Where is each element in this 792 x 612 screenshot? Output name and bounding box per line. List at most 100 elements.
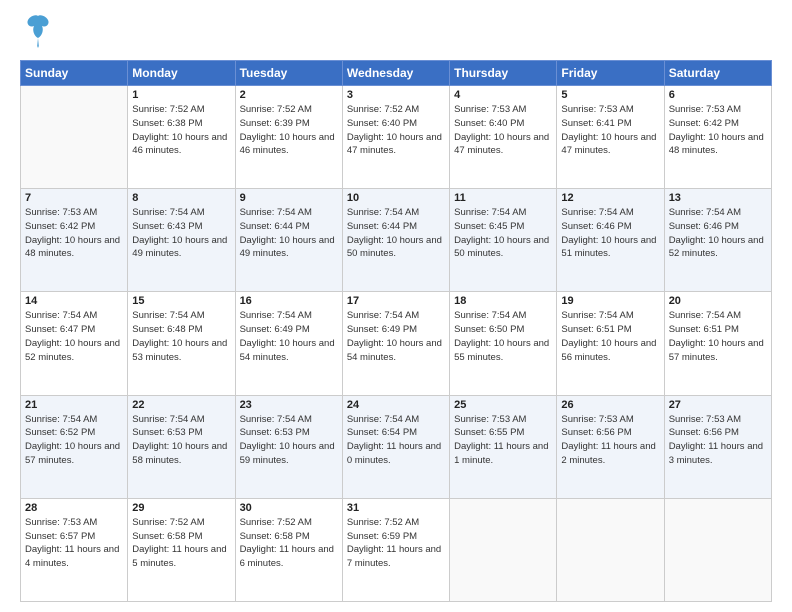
day-cell: 27 Sunrise: 7:53 AMSunset: 6:56 PMDayligh… <box>664 395 771 498</box>
day-info: Sunrise: 7:53 AMSunset: 6:56 PMDaylight:… <box>561 413 659 468</box>
day-cell: 4Sunrise: 7:53 AMSunset: 6:40 PMDaylight… <box>450 86 557 189</box>
day-info: Sunrise: 7:54 AMSunset: 6:47 PMDaylight:… <box>25 309 123 364</box>
week-row-3: 14Sunrise: 7:54 AMSunset: 6:47 PMDayligh… <box>21 292 772 395</box>
day-info: Sunrise: 7:52 AMSunset: 6:58 PMDaylight:… <box>240 516 338 571</box>
day-number: 15 <box>132 295 230 307</box>
day-number: 11 <box>454 192 552 204</box>
day-info: Sunrise: 7:54 AMSunset: 6:43 PMDaylight:… <box>132 206 230 261</box>
day-cell: 7 Sunrise: 7:53 AMSunset: 6:42 PMDaylight… <box>21 189 128 292</box>
day-info: Sunrise: 7:53 AMSunset: 6:42 PMDaylight:… <box>669 103 767 158</box>
day-cell: 20 Sunrise: 7:54 AMSunset: 6:51 PMDayligh… <box>664 292 771 395</box>
day-cell: 23 Sunrise: 7:54 AMSunset: 6:53 PMDayligh… <box>235 395 342 498</box>
day-number: 16 <box>240 295 338 307</box>
day-cell <box>21 86 128 189</box>
day-number: 17 <box>347 295 445 307</box>
day-info: Sunrise: 7:54 AMSunset: 6:44 PMDaylight:… <box>240 206 338 261</box>
day-info: Sunrise: 7:54 AMSunset: 6:54 PMDaylight:… <box>347 413 445 468</box>
day-info: Sunrise: 7:54 AMSunset: 6:50 PMDaylight:… <box>454 309 552 364</box>
day-cell: 5Sunrise: 7:53 AMSunset: 6:41 PMDaylight… <box>557 86 664 189</box>
day-info: Sunrise: 7:54 AMSunset: 6:52 PMDaylight:… <box>25 413 123 468</box>
day-number: 13 <box>669 192 767 204</box>
day-number: 27 <box>669 399 767 411</box>
day-cell: 8Sunrise: 7:54 AMSunset: 6:43 PMDaylight… <box>128 189 235 292</box>
day-info: Sunrise: 7:53 AMSunset: 6:56 PMDaylight:… <box>669 413 767 468</box>
day-info: Sunrise: 7:54 AMSunset: 6:49 PMDaylight:… <box>240 309 338 364</box>
week-row-1: 1 Sunrise: 7:52 AMSunset: 6:38 PMDaylight… <box>21 86 772 189</box>
day-info: Sunrise: 7:52 AMSunset: 6:59 PMDaylight:… <box>347 516 445 571</box>
day-cell: 24 Sunrise: 7:54 AMSunset: 6:54 PMDayligh… <box>342 395 449 498</box>
day-info: Sunrise: 7:54 AMSunset: 6:53 PMDaylight:… <box>132 413 230 468</box>
day-info: Sunrise: 7:54 AMSunset: 6:53 PMDaylight:… <box>240 413 338 468</box>
day-number: 12 <box>561 192 659 204</box>
day-cell: 21 Sunrise: 7:54 AMSunset: 6:52 PMDayligh… <box>21 395 128 498</box>
day-number: 1 <box>132 89 230 101</box>
day-cell: 26 Sunrise: 7:53 AMSunset: 6:56 PMDayligh… <box>557 395 664 498</box>
day-cell: 18 Sunrise: 7:54 AMSunset: 6:50 PMDayligh… <box>450 292 557 395</box>
day-number: 23 <box>240 399 338 411</box>
day-cell: 1 Sunrise: 7:52 AMSunset: 6:38 PMDaylight… <box>128 86 235 189</box>
day-number: 22 <box>132 399 230 411</box>
day-cell <box>664 498 771 601</box>
day-cell: 31 Sunrise: 7:52 AMSunset: 6:59 PMDayligh… <box>342 498 449 601</box>
day-cell: 28 Sunrise: 7:53 AMSunset: 6:57 PMDayligh… <box>21 498 128 601</box>
day-cell: 14Sunrise: 7:54 AMSunset: 6:47 PMDayligh… <box>21 292 128 395</box>
day-cell: 11 Sunrise: 7:54 AMSunset: 6:45 PMDayligh… <box>450 189 557 292</box>
day-info: Sunrise: 7:54 AMSunset: 6:48 PMDaylight:… <box>132 309 230 364</box>
day-cell: 19 Sunrise: 7:54 AMSunset: 6:51 PMDayligh… <box>557 292 664 395</box>
week-row-2: 7 Sunrise: 7:53 AMSunset: 6:42 PMDaylight… <box>21 189 772 292</box>
day-info: Sunrise: 7:52 AMSunset: 6:39 PMDaylight:… <box>240 103 338 158</box>
week-row-4: 21 Sunrise: 7:54 AMSunset: 6:52 PMDayligh… <box>21 395 772 498</box>
day-number: 18 <box>454 295 552 307</box>
day-info: Sunrise: 7:53 AMSunset: 6:41 PMDaylight:… <box>561 103 659 158</box>
day-cell: 30Sunrise: 7:52 AMSunset: 6:58 PMDayligh… <box>235 498 342 601</box>
day-number: 29 <box>132 502 230 514</box>
day-cell: 16 Sunrise: 7:54 AMSunset: 6:49 PMDayligh… <box>235 292 342 395</box>
day-info: Sunrise: 7:54 AMSunset: 6:51 PMDaylight:… <box>561 309 659 364</box>
day-info: Sunrise: 7:53 AMSunset: 6:55 PMDaylight:… <box>454 413 552 468</box>
day-number: 4 <box>454 89 552 101</box>
day-number: 28 <box>25 502 123 514</box>
day-cell: 25 Sunrise: 7:53 AMSunset: 6:55 PMDayligh… <box>450 395 557 498</box>
week-row-5: 28 Sunrise: 7:53 AMSunset: 6:57 PMDayligh… <box>21 498 772 601</box>
day-cell: 29Sunrise: 7:52 AMSunset: 6:58 PMDayligh… <box>128 498 235 601</box>
day-number: 2 <box>240 89 338 101</box>
day-number: 6 <box>669 89 767 101</box>
header-cell-wednesday: Wednesday <box>342 61 449 86</box>
day-number: 31 <box>347 502 445 514</box>
day-cell: 6 Sunrise: 7:53 AMSunset: 6:42 PMDaylight… <box>664 86 771 189</box>
day-info: Sunrise: 7:54 AMSunset: 6:49 PMDaylight:… <box>347 309 445 364</box>
day-cell: 10 Sunrise: 7:54 AMSunset: 6:44 PMDayligh… <box>342 189 449 292</box>
logo-bird-icon <box>24 14 52 50</box>
day-number: 19 <box>561 295 659 307</box>
header-row: SundayMondayTuesdayWednesdayThursdayFrid… <box>21 61 772 86</box>
day-info: Sunrise: 7:53 AMSunset: 6:57 PMDaylight:… <box>25 516 123 571</box>
day-info: Sunrise: 7:52 AMSunset: 6:38 PMDaylight:… <box>132 103 230 158</box>
day-number: 26 <box>561 399 659 411</box>
calendar-table: SundayMondayTuesdayWednesdayThursdayFrid… <box>20 60 772 602</box>
day-info: Sunrise: 7:54 AMSunset: 6:46 PMDaylight:… <box>561 206 659 261</box>
day-cell: 22 Sunrise: 7:54 AMSunset: 6:53 PMDayligh… <box>128 395 235 498</box>
day-number: 10 <box>347 192 445 204</box>
day-number: 25 <box>454 399 552 411</box>
day-info: Sunrise: 7:53 AMSunset: 6:42 PMDaylight:… <box>25 206 123 261</box>
day-info: Sunrise: 7:54 AMSunset: 6:51 PMDaylight:… <box>669 309 767 364</box>
header-cell-tuesday: Tuesday <box>235 61 342 86</box>
day-info: Sunrise: 7:54 AMSunset: 6:44 PMDaylight:… <box>347 206 445 261</box>
day-cell <box>450 498 557 601</box>
header <box>20 18 772 50</box>
day-number: 24 <box>347 399 445 411</box>
logo <box>20 18 52 50</box>
day-number: 21 <box>25 399 123 411</box>
day-cell: 9 Sunrise: 7:54 AMSunset: 6:44 PMDaylight… <box>235 189 342 292</box>
day-cell: 12 Sunrise: 7:54 AMSunset: 6:46 PMDayligh… <box>557 189 664 292</box>
header-cell-saturday: Saturday <box>664 61 771 86</box>
day-info: Sunrise: 7:54 AMSunset: 6:45 PMDaylight:… <box>454 206 552 261</box>
day-cell: 17 Sunrise: 7:54 AMSunset: 6:49 PMDayligh… <box>342 292 449 395</box>
day-number: 7 <box>25 192 123 204</box>
page: SundayMondayTuesdayWednesdayThursdayFrid… <box>0 0 792 612</box>
header-cell-friday: Friday <box>557 61 664 86</box>
day-info: Sunrise: 7:52 AMSunset: 6:40 PMDaylight:… <box>347 103 445 158</box>
day-cell: 13Sunrise: 7:54 AMSunset: 6:46 PMDayligh… <box>664 189 771 292</box>
day-number: 9 <box>240 192 338 204</box>
day-number: 20 <box>669 295 767 307</box>
